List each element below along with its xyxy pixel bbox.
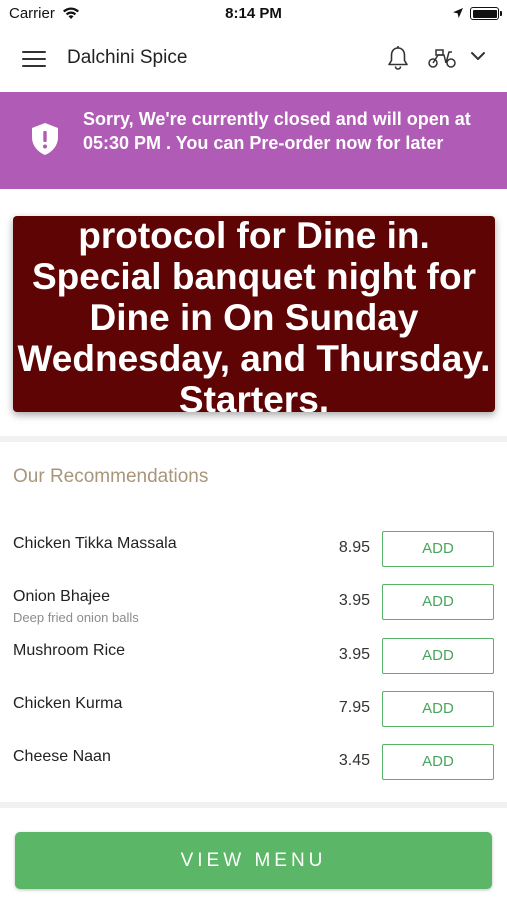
section-divider	[0, 436, 507, 442]
item-price: 7.95	[338, 699, 370, 716]
menu-item: Onion Bhajee Deep fried onion balls 3.95…	[0, 584, 507, 625]
item-price: 3.45	[338, 752, 370, 769]
add-button[interactable]: ADD	[382, 638, 494, 674]
item-name: Onion Bhajee	[13, 588, 110, 605]
promo-banner[interactable]: protocol for Dine in. Special banquet ni…	[13, 216, 495, 412]
menu-icon[interactable]	[22, 51, 46, 69]
chevron-down-icon[interactable]	[470, 50, 486, 62]
recommendations-title: Our Recommendations	[13, 466, 209, 487]
status-time: 8:14 PM	[225, 5, 282, 22]
add-button[interactable]: ADD	[382, 531, 494, 567]
menu-item: Chicken Kurma 7.95 ADD	[0, 691, 507, 731]
item-name: Chicken Kurma	[13, 695, 123, 712]
menu-item: Mushroom Rice 3.95 ADD	[0, 638, 507, 678]
restaurant-title: Dalchini Spice	[67, 47, 188, 68]
item-price: 3.95	[338, 646, 370, 663]
closed-notice-banner: Sorry, We're currently closed and will o…	[0, 92, 507, 189]
item-name: Mushroom Rice	[13, 642, 126, 659]
item-price: 8.95	[338, 539, 370, 556]
item-price: 3.95	[338, 592, 370, 609]
location-arrow-icon	[453, 8, 463, 18]
item-name: Chicken Tikka Massala	[13, 535, 177, 552]
menu-item: Cheese Naan 3.45 ADD	[0, 744, 507, 784]
app-header: Dalchini Spice	[0, 28, 507, 92]
closed-notice-text: Sorry, We're currently closed and will o…	[83, 109, 471, 153]
menu-item: Chicken Tikka Massala 8.95 ADD	[0, 531, 507, 571]
view-menu-button[interactable]: VIEW MENU	[15, 832, 492, 889]
battery-icon	[470, 7, 502, 20]
add-button[interactable]: ADD	[382, 744, 494, 780]
shield-alert-icon	[32, 123, 58, 155]
bell-icon[interactable]	[386, 45, 410, 71]
scooter-icon[interactable]	[427, 47, 457, 69]
item-name: Cheese Naan	[13, 748, 111, 765]
item-description: Deep fried onion balls	[13, 610, 139, 625]
add-button[interactable]: ADD	[382, 584, 494, 620]
status-bar: Carrier 8:14 PM	[0, 0, 507, 28]
promo-text: protocol for Dine in. Special banquet ni…	[17, 216, 491, 412]
section-divider	[0, 802, 507, 808]
add-button[interactable]: ADD	[382, 691, 494, 727]
